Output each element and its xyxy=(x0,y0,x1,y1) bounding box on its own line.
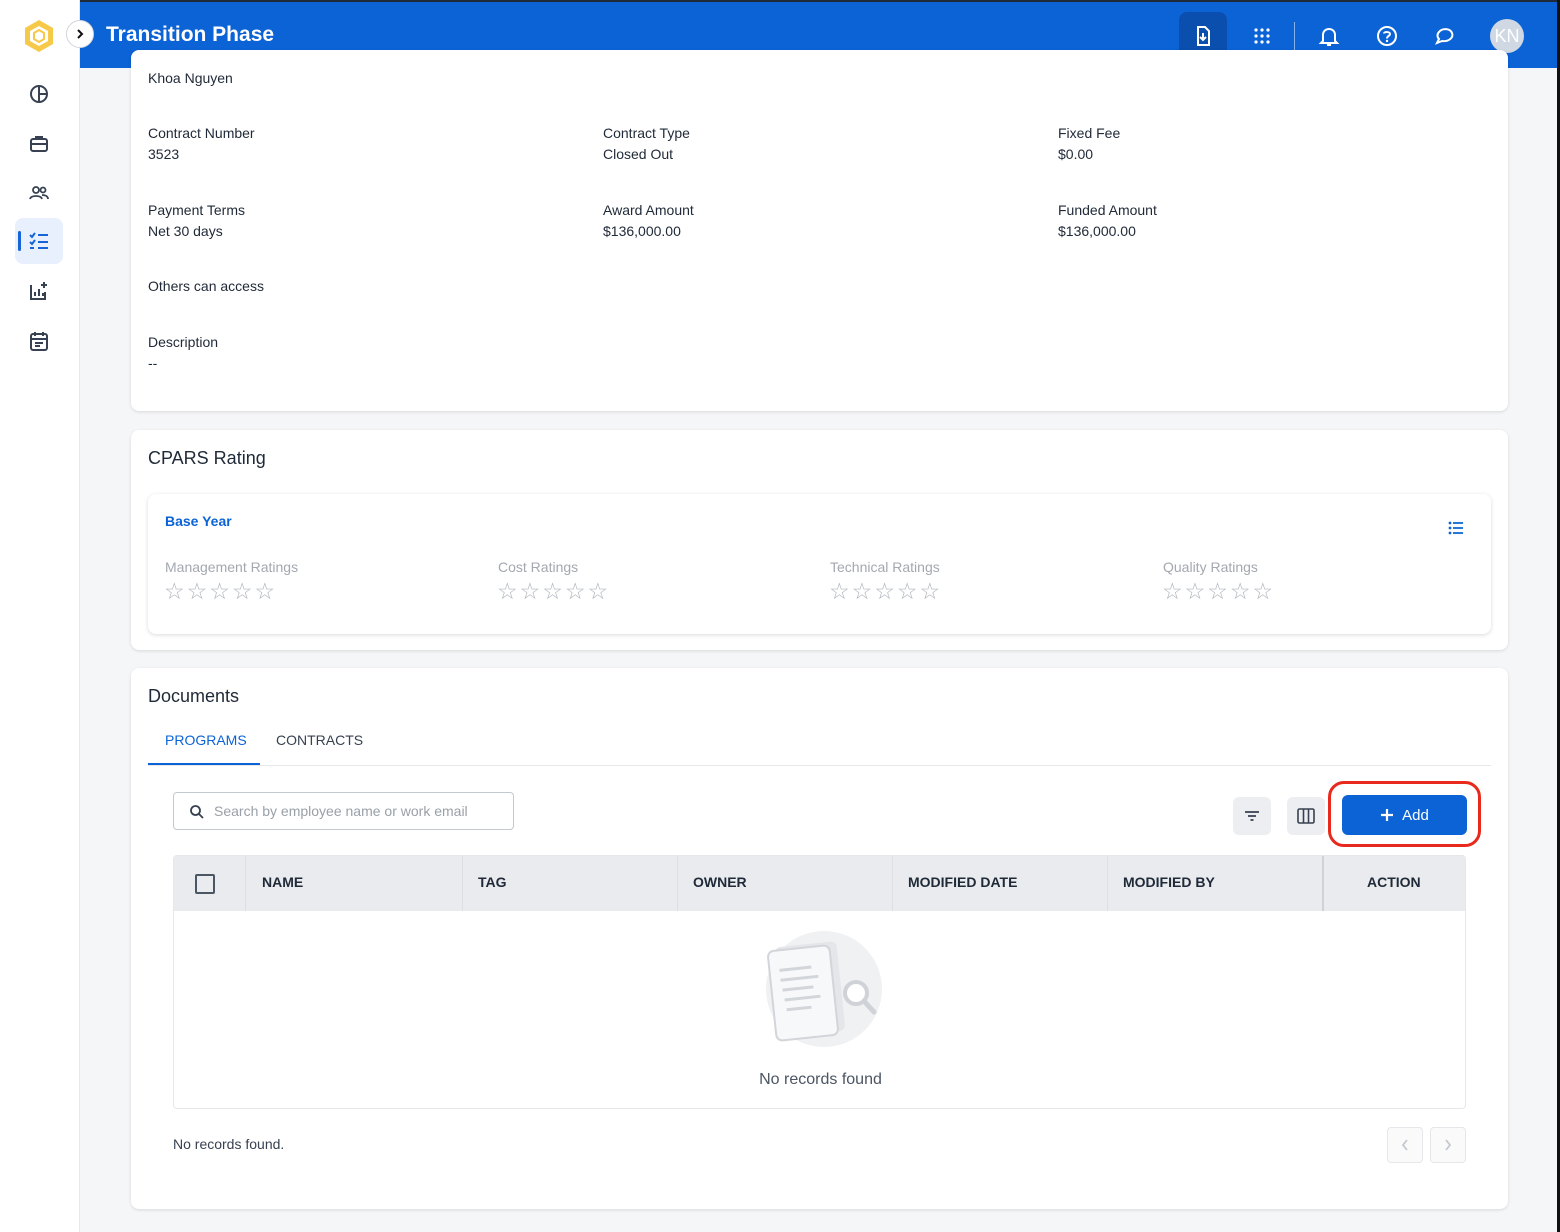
chevron-right-icon xyxy=(77,29,84,39)
cost-ratings-stars[interactable]: ☆☆☆☆☆ xyxy=(497,578,610,605)
add-chart-icon xyxy=(30,282,47,300)
column-header-modified-date[interactable]: MODIFIED DATE xyxy=(908,874,1017,890)
others-access-label: Others can access xyxy=(148,278,264,294)
filter-icon xyxy=(1245,811,1259,821)
documents-table: NAME TAG OWNER MODIFIED DATE MODIFIED BY… xyxy=(173,855,1466,1109)
documents-tabs: PROGRAMS CONTRACTS xyxy=(148,720,1491,766)
contract-number-label: Contract Number xyxy=(148,125,255,141)
column-header-modified-by[interactable]: MODIFIED BY xyxy=(1123,874,1215,890)
bell-icon xyxy=(1318,27,1340,46)
contract-details-card: Khoa Nguyen Contract Number 3523 Contrac… xyxy=(131,50,1508,411)
chat-icon xyxy=(1434,28,1454,45)
period-title[interactable]: Base Year xyxy=(165,513,232,529)
filter-button[interactable] xyxy=(1233,797,1271,835)
quality-ratings-stars[interactable]: ☆☆☆☆☆ xyxy=(1162,578,1275,605)
apps-grid-icon xyxy=(1254,28,1270,44)
download-document-icon xyxy=(1197,26,1210,46)
next-page-button[interactable] xyxy=(1430,1127,1466,1163)
award-amount-value: $136,000.00 xyxy=(603,223,681,239)
fixed-fee-label: Fixed Fee xyxy=(1058,125,1121,141)
columns-icon xyxy=(1297,808,1315,824)
calendar-icon xyxy=(30,332,48,351)
column-divider xyxy=(892,856,893,911)
search-placeholder: Search by employee name or work email xyxy=(214,803,468,819)
payment-terms-value: Net 30 days xyxy=(148,223,223,239)
cpars-period-card: Base Year Management Ratings ☆☆☆☆☆ Cost … xyxy=(148,494,1491,634)
expand-sidebar-button[interactable] xyxy=(66,20,94,48)
description-label: Description xyxy=(148,334,219,350)
empty-state-message: No records found xyxy=(759,1071,882,1088)
table-header: NAME TAG OWNER MODIFIED DATE MODIFIED BY… xyxy=(174,856,1465,911)
sidebar-item-projects[interactable] xyxy=(15,121,63,167)
contract-number-value: 3523 xyxy=(148,146,180,162)
briefcase-icon xyxy=(30,136,48,152)
sidebar-item-tasks[interactable] xyxy=(15,218,63,264)
documents-title: Documents xyxy=(148,686,240,706)
previous-page-button[interactable] xyxy=(1387,1127,1423,1163)
sidebar-item-people[interactable] xyxy=(15,170,63,216)
plus-icon xyxy=(1381,809,1394,821)
left-navigation-rail xyxy=(0,0,94,1232)
sidebar-item-dashboard[interactable] xyxy=(15,71,63,117)
page-title: Transition Phase xyxy=(106,23,275,46)
management-ratings-stars[interactable]: ☆☆☆☆☆ xyxy=(164,578,277,605)
column-header-tag[interactable]: TAG xyxy=(478,874,507,890)
column-divider xyxy=(1107,856,1108,911)
cpars-rating-card: CPARS Rating Base Year Management Rating… xyxy=(131,430,1508,650)
cpars-title: CPARS Rating xyxy=(148,448,266,468)
tab-programs[interactable]: PROGRAMS xyxy=(165,732,247,748)
description-value: -- xyxy=(148,355,158,371)
list-icon xyxy=(1448,521,1463,535)
documents-card: Documents PROGRAMS CONTRACTS Search by e… xyxy=(131,668,1508,1209)
column-header-owner[interactable]: OWNER xyxy=(693,874,747,890)
owner-name: Khoa Nguyen xyxy=(148,70,233,86)
toolbar-divider xyxy=(1294,22,1295,50)
contract-type-value: Closed Out xyxy=(603,146,674,162)
columns-button[interactable] xyxy=(1287,797,1325,835)
people-icon xyxy=(29,186,49,200)
dashboard-icon xyxy=(30,85,48,103)
active-tab-indicator xyxy=(148,763,260,765)
search-input[interactable]: Search by employee name or work email xyxy=(173,792,514,830)
tab-contracts[interactable]: CONTRACTS xyxy=(276,732,363,748)
help-icon xyxy=(1377,26,1397,46)
contract-type-label: Contract Type xyxy=(603,125,690,141)
technical-ratings-stars[interactable]: ☆☆☆☆☆ xyxy=(829,578,942,605)
column-divider xyxy=(677,856,678,911)
chevron-right-icon xyxy=(1445,1139,1452,1151)
technical-ratings-label: Technical Ratings xyxy=(830,559,940,575)
rating-details-button[interactable] xyxy=(1448,521,1464,540)
sidebar-item-calendar[interactable] xyxy=(15,318,63,364)
checklist-icon xyxy=(29,232,48,249)
funded-amount-label: Funded Amount xyxy=(1058,202,1157,218)
no-records-illustration xyxy=(766,931,882,1047)
fixed-fee-value: $0.00 xyxy=(1058,146,1094,162)
funded-amount-value: $136,000.00 xyxy=(1058,223,1136,239)
select-all-checkbox[interactable] xyxy=(195,874,215,894)
add-document-button[interactable]: Add xyxy=(1342,795,1467,835)
app-logo-icon[interactable] xyxy=(22,18,56,54)
column-header-name[interactable]: NAME xyxy=(262,874,303,890)
sidebar-item-reports[interactable] xyxy=(15,268,63,314)
column-divider xyxy=(1322,856,1324,911)
award-amount-label: Award Amount xyxy=(603,202,694,218)
column-header-action: ACTION xyxy=(1367,874,1421,890)
management-ratings-label: Management Ratings xyxy=(165,559,299,575)
user-avatar[interactable]: KN xyxy=(1490,19,1524,53)
search-icon xyxy=(190,805,204,819)
column-divider xyxy=(245,856,246,911)
payment-terms-label: Payment Terms xyxy=(148,202,245,218)
chevron-left-icon xyxy=(1401,1139,1408,1151)
quality-ratings-label: Quality Ratings xyxy=(1163,559,1258,575)
cost-ratings-label: Cost Ratings xyxy=(498,559,579,575)
column-divider xyxy=(462,856,463,911)
add-button-label: Add xyxy=(1402,806,1429,824)
table-footer-message: No records found. xyxy=(173,1136,285,1152)
